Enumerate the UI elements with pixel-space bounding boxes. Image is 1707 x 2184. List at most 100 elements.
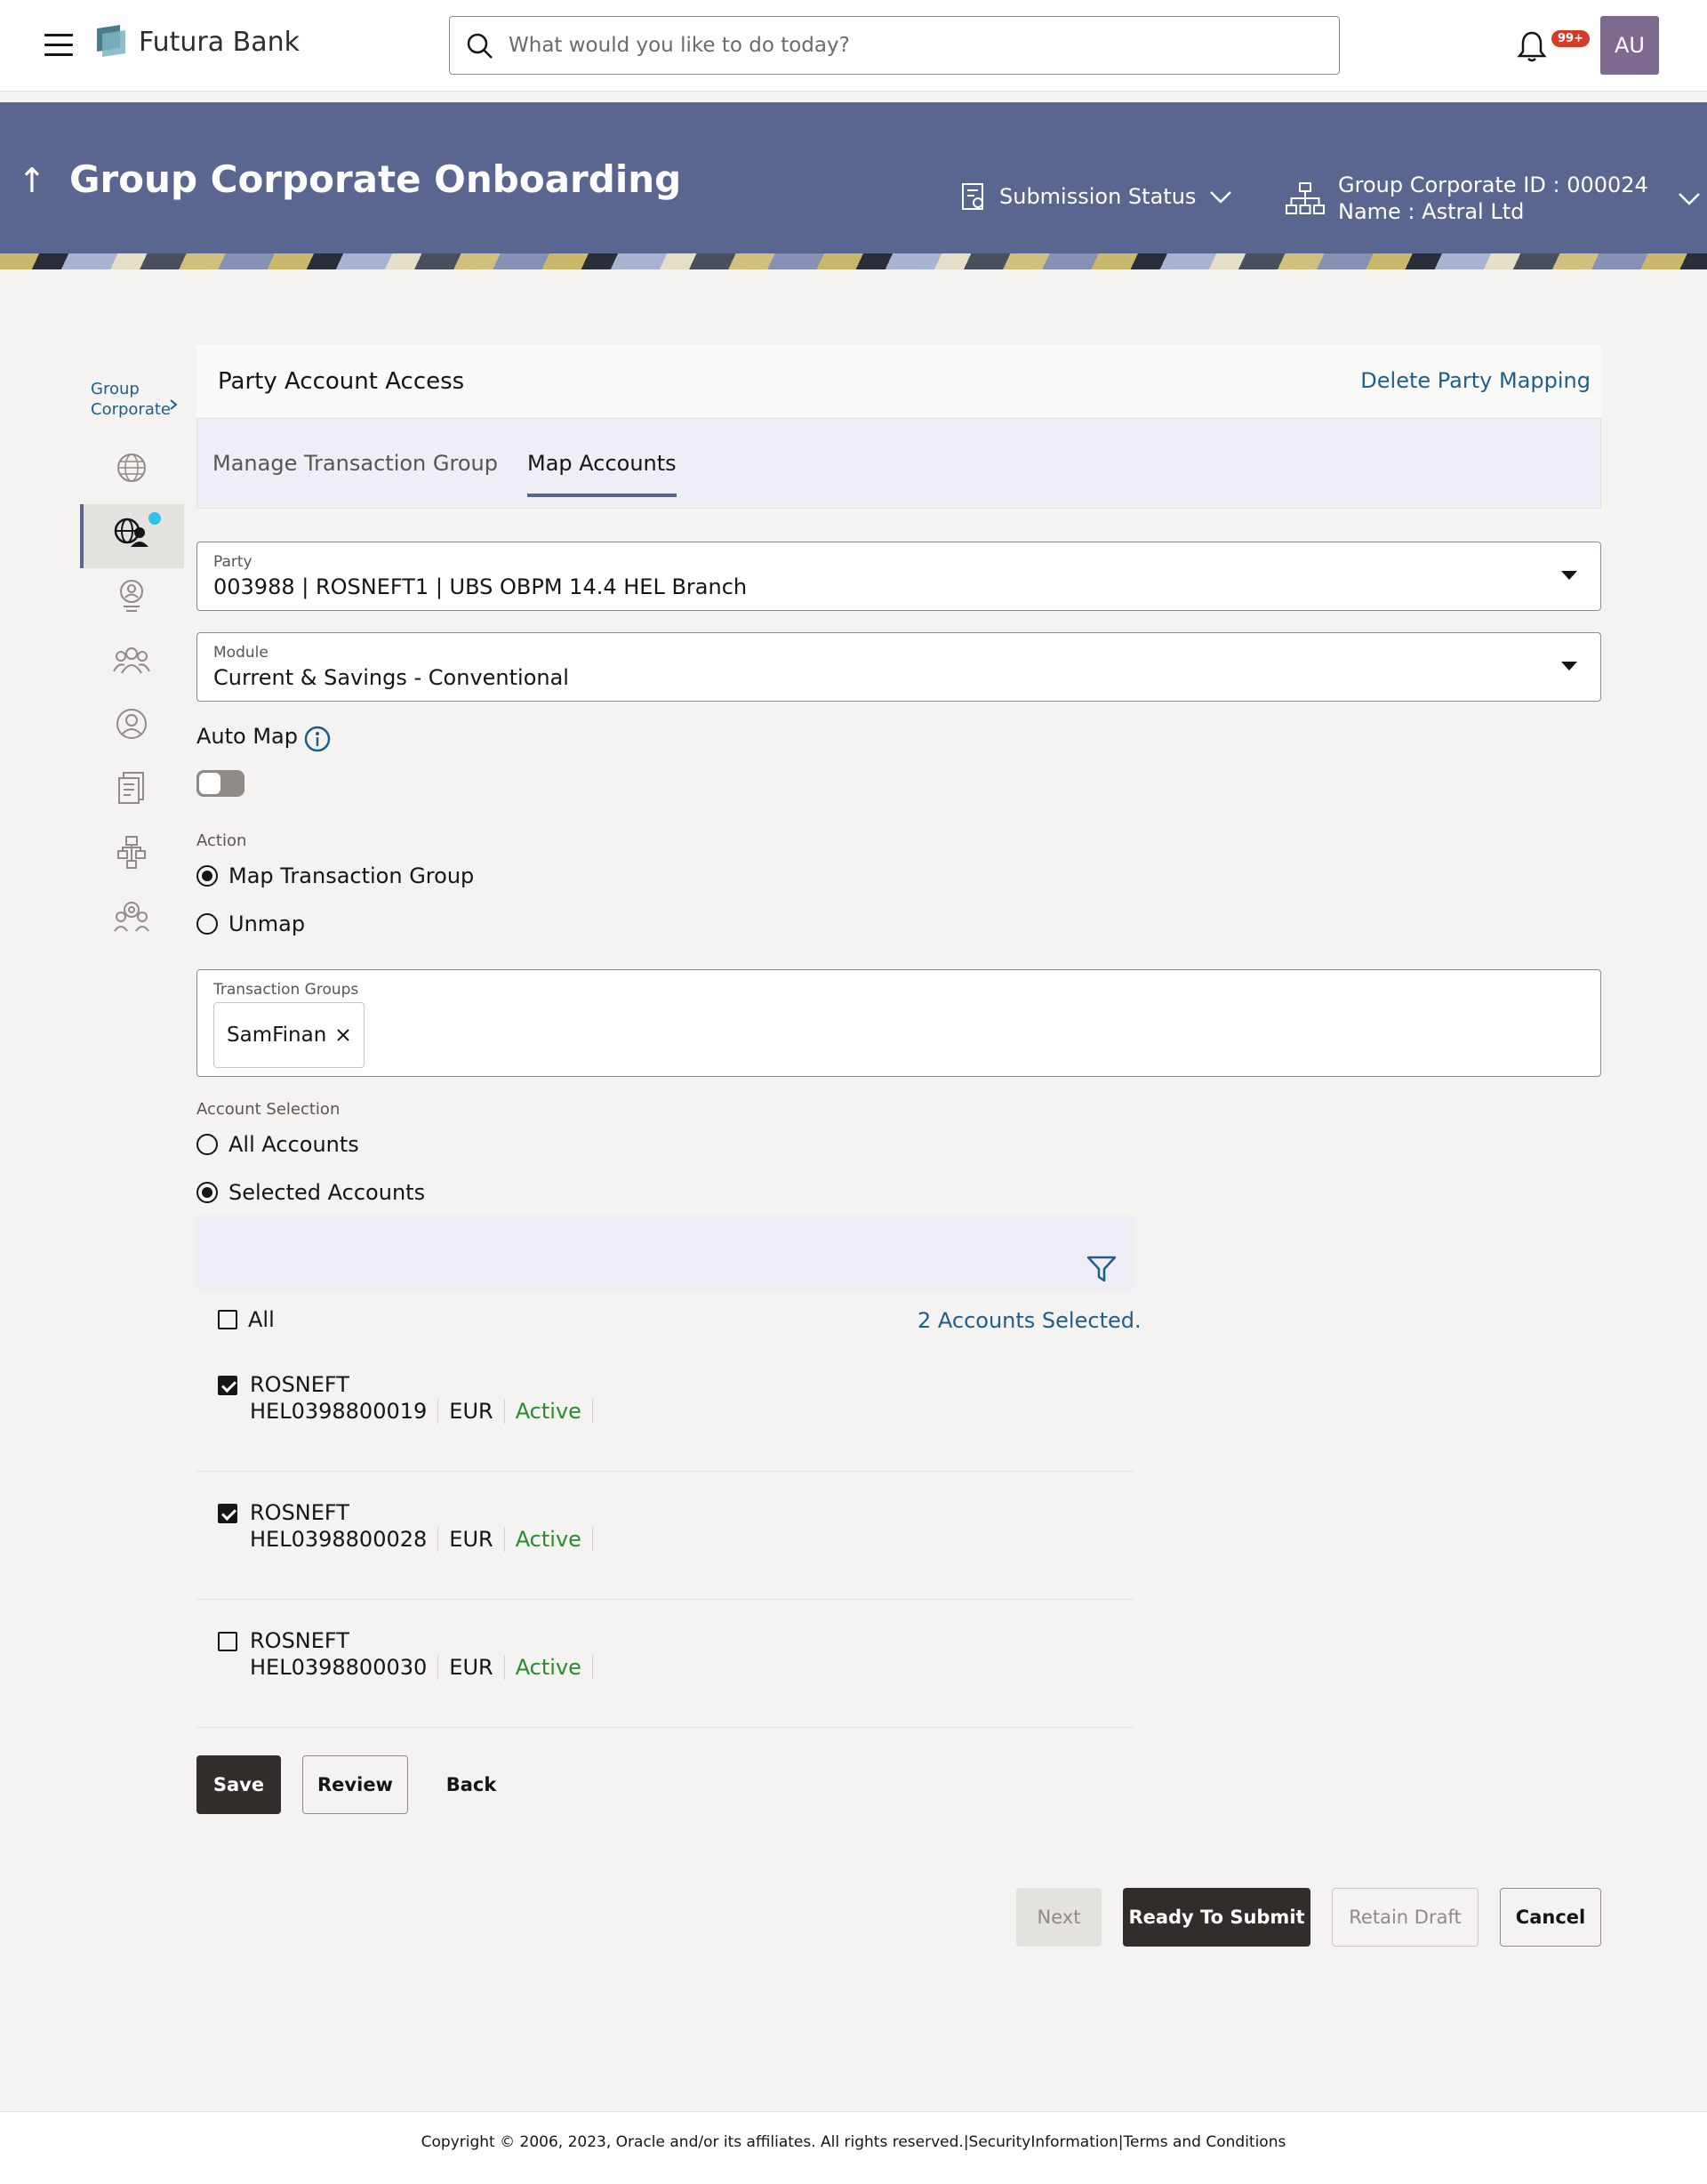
breadcrumb[interactable]: Group Corporate [91, 379, 178, 420]
caret-down-icon [1561, 662, 1577, 670]
account-number: HEL0398800028 [250, 1527, 439, 1552]
account-currency: EUR [449, 1655, 505, 1680]
breadcrumb-line: Corporate [91, 400, 171, 419]
globe-icon[interactable] [107, 443, 156, 493]
top-bar: Futura Bank 99+ AU [0, 0, 1707, 92]
save-button[interactable]: Save [196, 1755, 281, 1814]
chip-label: SamFinan [227, 1024, 327, 1047]
close-icon[interactable] [335, 1027, 351, 1043]
breadcrumb-line: Group [91, 380, 140, 398]
radio-label: Selected Accounts [228, 1180, 426, 1205]
delete-party-mapping-link[interactable]: Delete Party Mapping [1360, 368, 1591, 393]
footer-text[interactable]: Copyright © 2006, 2023, Oracle and/or it… [0, 2133, 1707, 2151]
settings-people-icon[interactable] [107, 891, 156, 941]
radio-label: All Accounts [228, 1132, 359, 1157]
menu-icon[interactable] [44, 34, 73, 57]
account-name: ROSNEFT [250, 1628, 349, 1653]
active-dot [148, 512, 161, 525]
back-arrow-icon[interactable]: ↑ [18, 161, 46, 200]
party-label: Party [213, 553, 252, 571]
module-select[interactable]: Module Current & Savings - Conventional [196, 632, 1601, 702]
party-value: 003988 | ROSNEFT1 | UBS OBPM 14.4 HEL Br… [213, 574, 748, 599]
account-status: Active [516, 1399, 593, 1424]
card-header: Party Account Access Delete Party Mappin… [196, 345, 1601, 418]
org-tree-icon[interactable] [107, 827, 156, 877]
submission-status-label: Submission Status [999, 184, 1197, 209]
avatar[interactable]: AU [1600, 16, 1659, 75]
account-checkbox[interactable] [218, 1504, 237, 1523]
account-name: ROSNEFT [250, 1372, 349, 1397]
support-agent-icon[interactable] [107, 699, 156, 749]
user-badge-icon[interactable] [107, 571, 156, 621]
chevron-down-icon [1678, 193, 1700, 205]
account-row[interactable]: ROSNEFT HEL0398800019 EUR Active [196, 1344, 1134, 1472]
search-icon [467, 33, 493, 59]
account-status: Active [516, 1655, 593, 1680]
account-number: HEL0398800030 [250, 1655, 439, 1680]
group-corporate-id: Group Corporate ID : 000024 [1338, 173, 1648, 197]
users-group-icon[interactable] [107, 635, 156, 685]
group-corporate-name: Name : Astral Ltd [1338, 199, 1525, 224]
info-icon[interactable] [303, 725, 332, 753]
section-title: Party Account Access [218, 368, 465, 395]
radio-checked[interactable] [196, 1182, 218, 1203]
radio-unchecked[interactable] [196, 913, 218, 935]
next-button[interactable]: Next [1016, 1888, 1102, 1947]
module-label: Module [213, 644, 268, 662]
caret-down-icon [1561, 571, 1577, 580]
chevron-down-icon [1210, 191, 1232, 204]
tab-map-accounts[interactable]: Map Accounts [527, 451, 677, 497]
submission-status-dropdown[interactable]: Submission Status [960, 182, 1233, 211]
retain-draft-button[interactable]: Retain Draft [1332, 1888, 1479, 1947]
account-option-selected[interactable]: Selected Accounts [196, 1180, 425, 1205]
account-row[interactable]: ROSNEFT HEL0398800028 EUR Active [196, 1472, 1134, 1600]
account-option-all[interactable]: All Accounts [196, 1132, 359, 1157]
account-selection-label: Account Selection [196, 1100, 341, 1119]
radio-checked[interactable] [196, 865, 218, 887]
page-banner: ↑ Group Corporate Onboarding Submission … [0, 102, 1707, 269]
radio-label: Unmap [228, 911, 306, 936]
select-all-label: All [248, 1307, 275, 1332]
account-filter-bar [196, 1216, 1134, 1290]
org-hierarchy-icon [1286, 182, 1325, 214]
notification-badge: 99+ [1551, 30, 1590, 47]
review-button[interactable]: Review [302, 1755, 408, 1814]
page-title: Group Corporate Onboarding [69, 157, 682, 201]
party-select[interactable]: Party 003988 | ROSNEFT1 | UBS OBPM 14.4 … [196, 542, 1601, 611]
footer: Copyright © 2006, 2023, Oracle and/or it… [0, 2111, 1707, 2184]
auto-map-toggle[interactable] [196, 770, 244, 797]
selected-count: 2 Accounts Selected. [918, 1308, 1142, 1333]
account-row[interactable]: ROSNEFT HEL0398800030 EUR Active [196, 1600, 1134, 1728]
account-currency: EUR [449, 1399, 505, 1424]
radio-label: Map Transaction Group [228, 863, 475, 888]
action-option-map[interactable]: Map Transaction Group [196, 863, 474, 888]
account-checkbox[interactable] [218, 1632, 237, 1651]
select-all-row[interactable]: All [218, 1307, 275, 1332]
select-all-checkbox[interactable] [218, 1310, 237, 1329]
transaction-groups-field[interactable]: Transaction Groups SamFinan [196, 969, 1601, 1077]
group-corporate-selector[interactable]: Group Corporate ID : 000024 Name : Astra… [1285, 172, 1702, 225]
auto-map-label: Auto Map [196, 724, 298, 749]
account-name: ROSNEFT [250, 1500, 349, 1525]
account-number: HEL0398800019 [250, 1399, 439, 1424]
radio-unchecked[interactable] [196, 1134, 218, 1155]
filter-icon[interactable] [1086, 1255, 1117, 1283]
ready-to-submit-button[interactable]: Ready To Submit [1123, 1888, 1310, 1947]
tab-manage-transaction-group[interactable]: Manage Transaction Group [212, 451, 498, 476]
account-status: Active [516, 1527, 593, 1552]
banner-decoration [0, 253, 1707, 269]
document-list-icon[interactable] [107, 763, 156, 813]
brand-name: Futura Bank [139, 27, 301, 58]
module-value: Current & Savings - Conventional [213, 665, 569, 690]
cancel-button[interactable]: Cancel [1500, 1888, 1601, 1947]
bell-icon[interactable] [1517, 30, 1547, 62]
account-checkbox[interactable] [218, 1376, 237, 1395]
action-option-unmap[interactable]: Unmap [196, 911, 305, 936]
action-label: Action [196, 831, 247, 850]
chevron-right-icon [170, 399, 178, 410]
account-currency: EUR [449, 1527, 505, 1552]
back-button[interactable]: Back [436, 1755, 507, 1814]
search-box[interactable] [449, 16, 1340, 75]
search-input[interactable] [509, 29, 1309, 61]
transaction-group-chip: SamFinan [213, 1002, 365, 1068]
